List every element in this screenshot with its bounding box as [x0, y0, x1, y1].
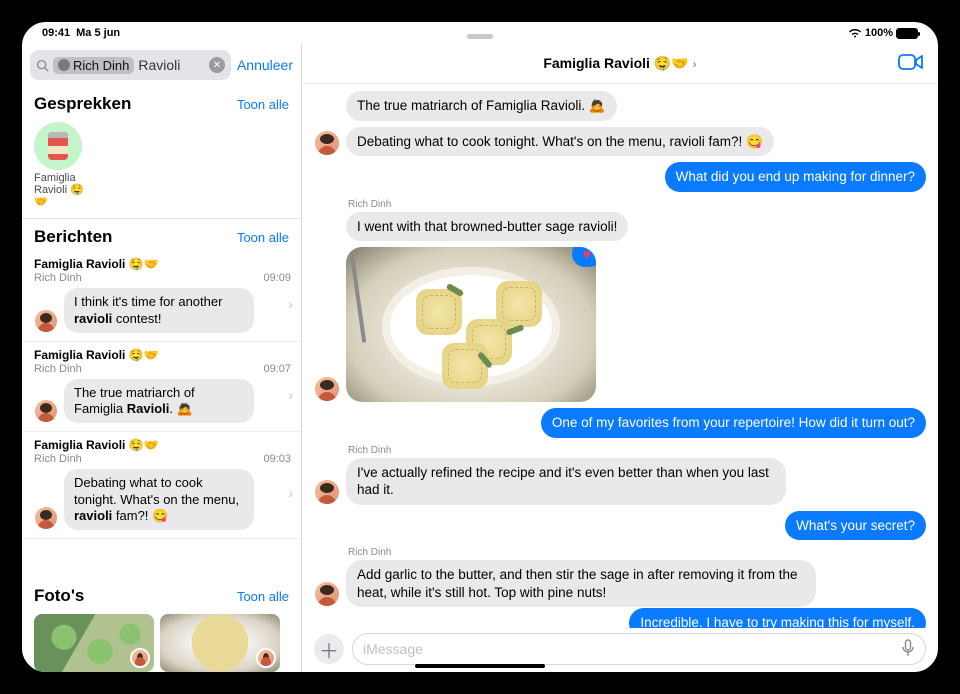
conversation-name: Famiglia Ravioli 🤤🤝 [34, 172, 92, 208]
show-all-link[interactable]: Toon alle [237, 97, 289, 112]
image-attachment[interactable]: ♥ [346, 247, 596, 402]
cancel-search-button[interactable]: Annuleer [237, 57, 293, 73]
message-result[interactable]: Famiglia Ravioli 🤤🤝 Rich Dinh09:03 Debat… [22, 432, 301, 539]
incoming-message: Debating what to cook tonight. What's on… [314, 127, 926, 157]
sender-avatar [314, 130, 340, 156]
chat-pane: Famiglia Ravioli 🤤🤝 › The true matriarch… [302, 44, 938, 672]
section-title: Berichten [34, 227, 112, 247]
sender-label: Rich Dinh [348, 199, 926, 210]
search-row: Rich Dinh Ravioli ✕ Annuleer [22, 44, 301, 86]
video-icon [898, 53, 924, 71]
dictate-button[interactable] [901, 639, 915, 660]
outgoing-message: What's your secret? [314, 511, 926, 541]
show-all-link[interactable]: Toon alle [237, 589, 289, 604]
sender-avatar [314, 376, 340, 402]
status-date: Ma 5 jun [76, 27, 120, 39]
search-icon [36, 59, 49, 72]
sender-avatar [34, 506, 58, 530]
sender-avatar [314, 581, 340, 607]
incoming-message: The true matriarch of Famiglia Ravioli. … [314, 91, 926, 121]
group-avatar [34, 122, 82, 170]
conversations-header: Gesprekken Toon alle [22, 86, 301, 118]
wifi-icon [848, 28, 862, 38]
battery-percent: 100% [865, 27, 893, 39]
search-query: Ravioli [138, 57, 205, 73]
battery-icon [896, 28, 918, 39]
chip-label: Rich Dinh [73, 58, 129, 73]
message-result[interactable]: Famiglia Ravioli 🤤🤝 Rich Dinh09:07 The t… [22, 342, 301, 433]
composer: ＋ iMessage [302, 628, 938, 672]
search-chip-person[interactable]: Rich Dinh [53, 57, 134, 74]
incoming-message: I've actually refined the recipe and it'… [314, 458, 926, 505]
search-field[interactable]: Rich Dinh Ravioli ✕ [30, 50, 231, 80]
heart-icon: ♥ [583, 247, 591, 262]
status-time: 09:41 [42, 27, 70, 39]
photo-result[interactable] [34, 614, 154, 672]
show-all-link[interactable]: Toon alle [237, 230, 289, 245]
message-preview: I think it's time for another ravioli co… [64, 288, 254, 333]
facetime-button[interactable] [898, 53, 924, 74]
sender-label: Rich Dinh [348, 445, 926, 456]
chevron-right-icon: › [288, 485, 293, 501]
placeholder: iMessage [363, 641, 901, 657]
section-title: Gesprekken [34, 94, 131, 114]
conversation-result[interactable]: Famiglia Ravioli 🤤🤝 [22, 118, 301, 219]
message-preview: Debating what to cook tonight. What's on… [64, 469, 254, 530]
can-icon [48, 132, 68, 160]
sender-avatar [130, 648, 150, 668]
photos-strip [22, 610, 301, 672]
incoming-message: I went with that browned-butter sage rav… [314, 212, 926, 242]
person-icon [58, 59, 70, 71]
plus-icon: ＋ [319, 635, 339, 664]
outgoing-message: What did you end up making for dinner? [314, 162, 926, 192]
sender-label: Rich Dinh [348, 547, 926, 558]
multitasking-handle[interactable] [467, 34, 493, 39]
chevron-right-icon: › [693, 57, 697, 71]
outgoing-message: One of my favorites from your repertoire… [314, 408, 926, 438]
incoming-image-message: ♥ [314, 247, 926, 402]
message-thread[interactable]: The true matriarch of Famiglia Ravioli. … [302, 84, 938, 628]
chevron-right-icon: › [288, 387, 293, 403]
home-indicator[interactable] [415, 664, 545, 668]
chevron-right-icon: › [288, 296, 293, 312]
clear-search-icon[interactable]: ✕ [209, 57, 225, 73]
message-results-list: Famiglia Ravioli 🤤🤝 Rich Dinh09:09 I thi… [22, 251, 301, 578]
status-bar: 09:41 Ma 5 jun 100% [22, 22, 938, 44]
photo-result[interactable] [160, 614, 280, 672]
message-result[interactable]: Famiglia Ravioli 🤤🤝 Rich Dinh09:09 I thi… [22, 251, 301, 342]
ipad-frame: 09:41 Ma 5 jun 100% Rich Dinh Ravioli ✕ [10, 10, 950, 684]
section-title: Foto's [34, 586, 84, 606]
mic-icon [901, 639, 915, 657]
apps-button[interactable]: ＋ [314, 634, 344, 664]
chat-header: Famiglia Ravioli 🤤🤝 › [302, 44, 938, 84]
outgoing-message: Incredible. I have to try making this fo… [314, 608, 926, 628]
message-preview: The true matriarch of Famiglia Ravioli. … [64, 379, 254, 424]
messages-header: Berichten Toon alle [22, 219, 301, 251]
photos-header: Foto's Toon alle [22, 578, 301, 610]
incoming-message: Add garlic to the butter, and then stir … [314, 560, 926, 607]
sender-avatar [34, 309, 58, 333]
chat-title-button[interactable]: Famiglia Ravioli 🤤🤝 › [543, 55, 696, 72]
message-input[interactable]: iMessage [352, 633, 926, 665]
sender-avatar [314, 479, 340, 505]
sender-avatar [34, 399, 58, 423]
sidebar: Rich Dinh Ravioli ✕ Annuleer Gesprekken … [22, 44, 302, 672]
love-tapback[interactable]: ♥ [572, 247, 596, 267]
sender-avatar [256, 648, 276, 668]
